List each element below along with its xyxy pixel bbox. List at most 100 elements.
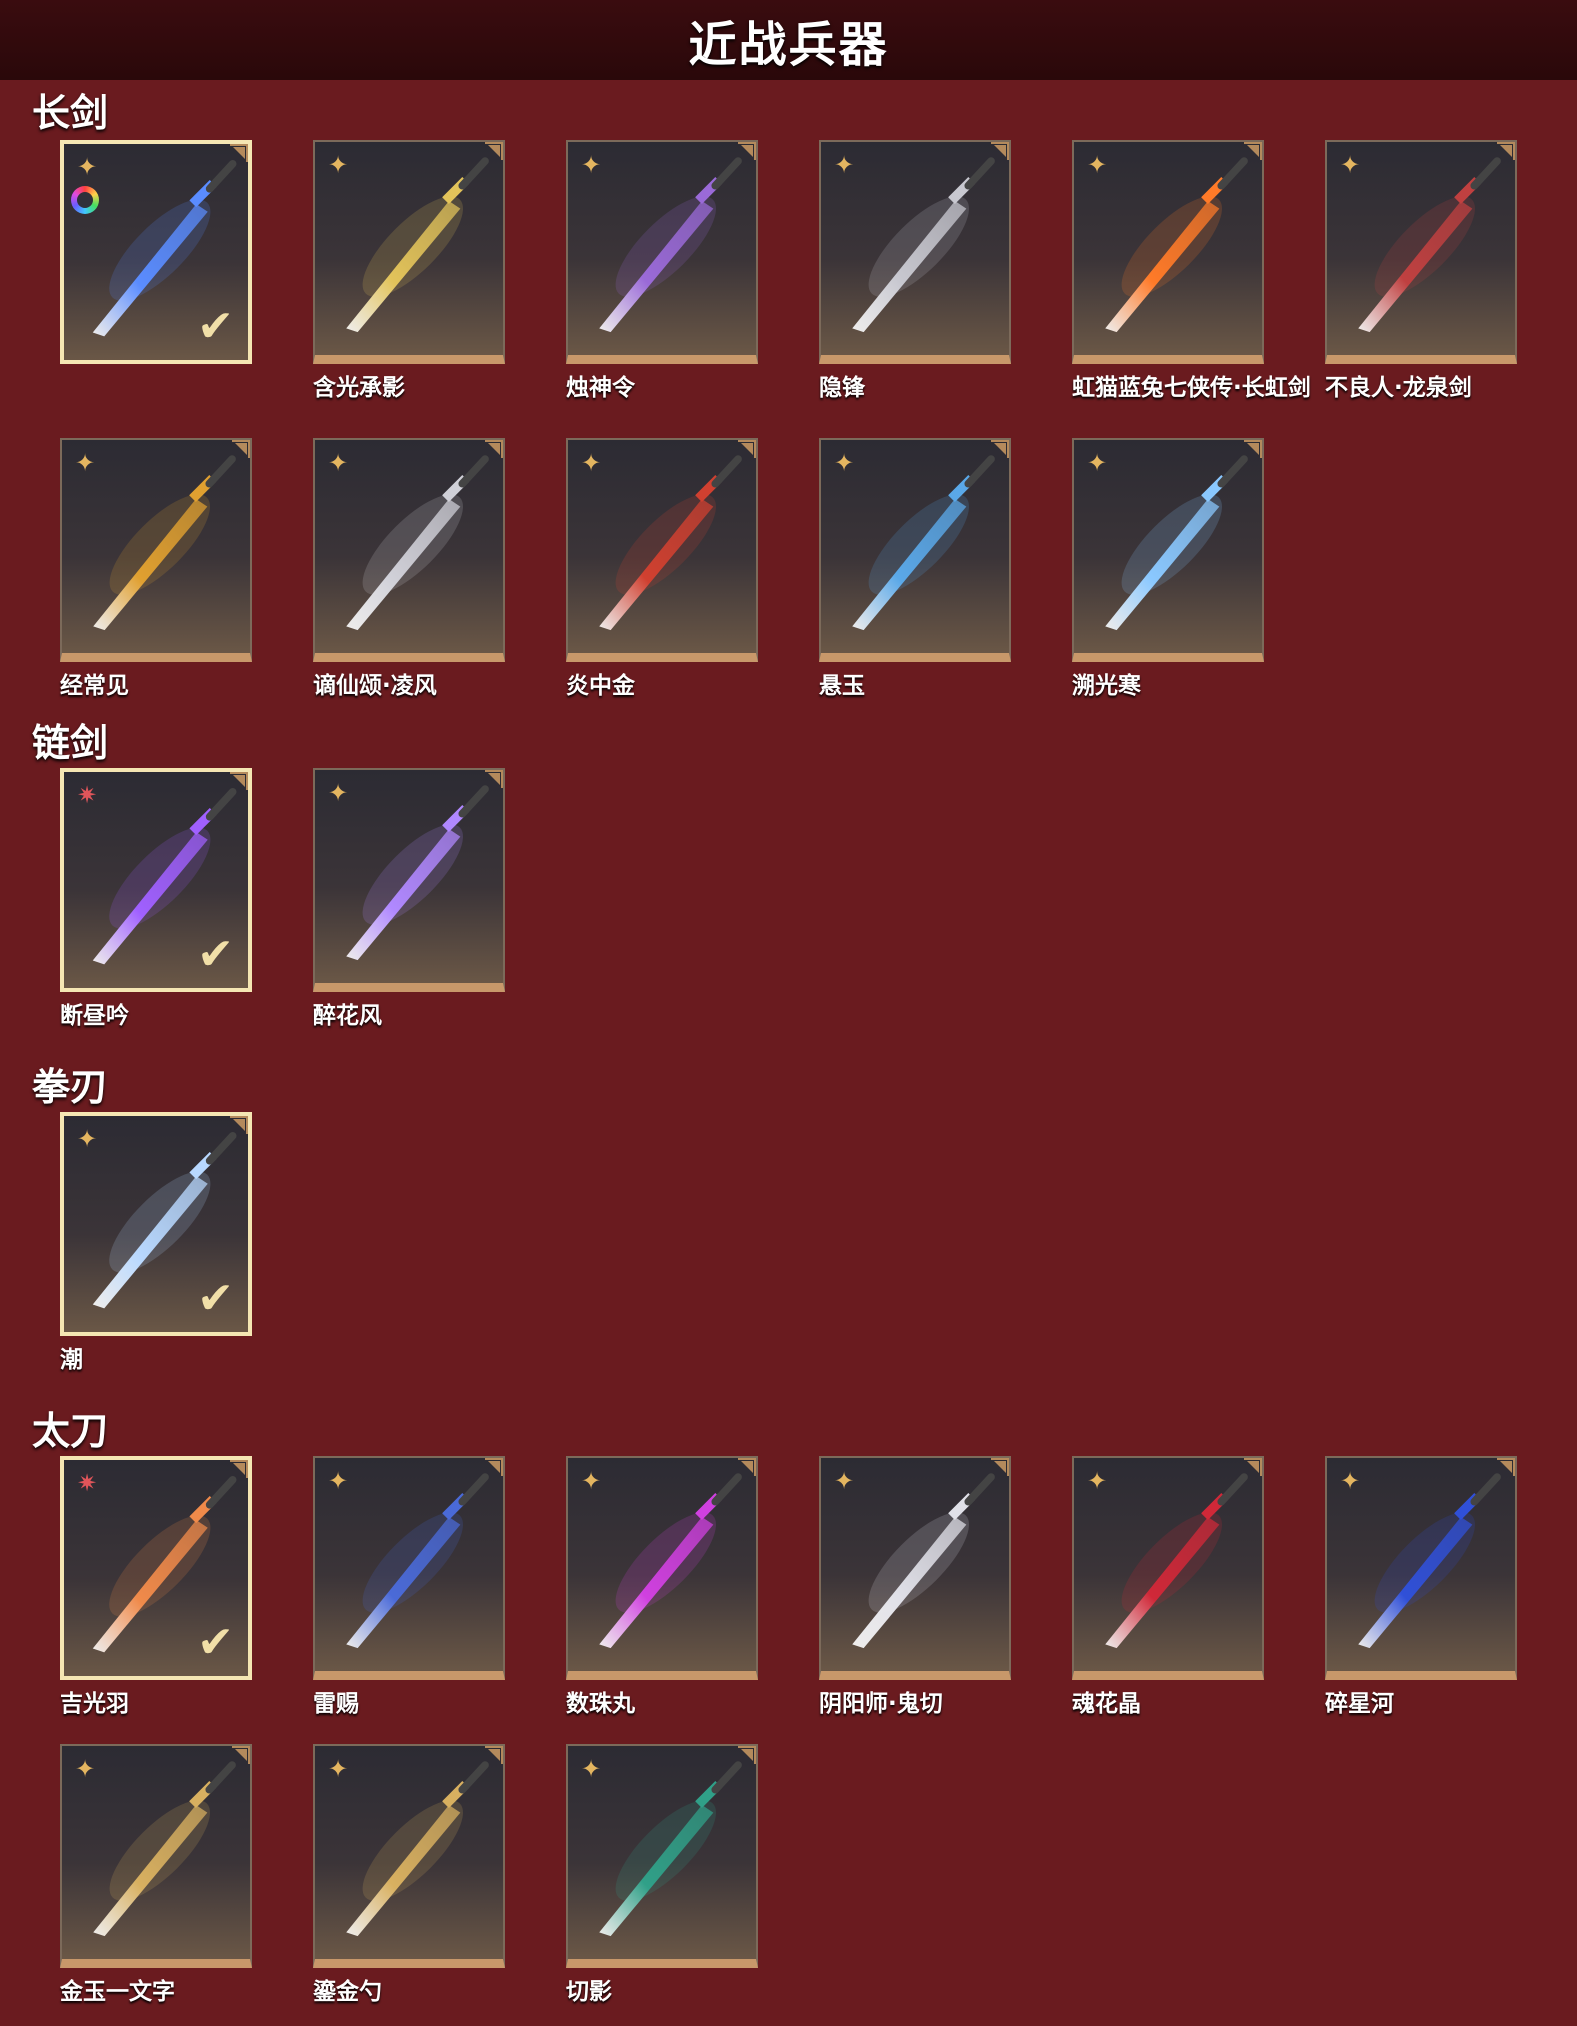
weapon-item[interactable]: ✦ 溯光寒 — [1072, 438, 1264, 700]
weapon-card[interactable]: ✦ — [313, 1744, 505, 1968]
weapon-item[interactable]: ✦ 雷赐 — [313, 1456, 505, 1718]
corner-tag-icon — [1244, 142, 1262, 160]
weapon-card[interactable]: ✦ — [60, 1744, 252, 1968]
checkmark-icon: ✔ — [197, 1617, 234, 1668]
weapon-name: 溯光寒 — [1072, 673, 1141, 699]
weapon-name: 隐锋 — [819, 375, 865, 401]
weapon-item[interactable]: ✷ ✔ 断昼吟 — [60, 768, 252, 1030]
weapon-card[interactable]: ✦ — [819, 1456, 1011, 1680]
corner-tag-icon — [991, 440, 1009, 458]
weapon-name: 不良人·龙泉剑 — [1325, 375, 1472, 401]
weapon-name: 吉光羽 — [60, 1691, 129, 1717]
weapon-card[interactable]: ✷ ✔ — [60, 1456, 252, 1680]
weapon-card[interactable]: ✦ — [313, 438, 505, 662]
gold-rarity-star-icon: ✦ — [74, 1755, 96, 1783]
corner-tag-icon — [991, 1458, 1009, 1476]
weapon-card[interactable]: ✷ ✔ — [60, 768, 252, 992]
section-title-quanren: 拳刃 — [32, 1065, 109, 1109]
gold-rarity-star-icon: ✦ — [327, 1755, 349, 1783]
corner-tag-icon — [485, 440, 503, 458]
weapon-card[interactable]: ✦ — [313, 1456, 505, 1680]
page-title: 近战兵器 — [0, 0, 1577, 80]
gold-rarity-star-icon: ✦ — [76, 153, 98, 181]
gold-rarity-star-icon: ✦ — [1086, 1467, 1108, 1495]
weapon-item[interactable]: ✦ 不良人·龙泉剑 — [1325, 140, 1517, 402]
gold-rarity-star-icon: ✦ — [327, 779, 349, 807]
weapon-card[interactable]: ✦ — [819, 140, 1011, 364]
weapon-item[interactable]: ✦ 切影 — [566, 1744, 758, 2006]
section-title-taidao: 太刀 — [32, 1409, 109, 1453]
weapon-item[interactable]: ✦ 数珠丸 — [566, 1456, 758, 1718]
weapon-name: 经常见 — [60, 673, 129, 699]
weapon-item[interactable]: ✦ 悬玉 — [819, 438, 1011, 700]
gold-rarity-star-icon: ✦ — [76, 1125, 98, 1153]
weapon-card[interactable]: ✦ ✔ — [60, 140, 252, 364]
corner-tag-icon — [230, 1460, 248, 1478]
weapon-item[interactable]: ✦ 虹猫蓝兔七侠传·长虹剑 — [1072, 140, 1311, 402]
weapon-card[interactable]: ✦ — [566, 1456, 758, 1680]
weapon-name: 潮 — [60, 1347, 83, 1373]
corner-tag-icon — [991, 142, 1009, 160]
corner-tag-icon — [232, 1746, 250, 1764]
gold-rarity-star-icon: ✦ — [580, 449, 602, 477]
corner-tag-icon — [1497, 142, 1515, 160]
corner-tag-icon — [232, 440, 250, 458]
weapon-item[interactable]: ✷ ✔ 吉光羽 — [60, 1456, 252, 1718]
corner-tag-icon — [738, 440, 756, 458]
weapon-name: 阴阳师·鬼切 — [819, 1691, 943, 1717]
weapon-name: 烛神令 — [566, 375, 635, 401]
corner-tag-icon — [485, 1458, 503, 1476]
weapon-card[interactable]: ✦ — [1072, 140, 1264, 364]
weapon-item[interactable]: ✦ 碎星河 — [1325, 1456, 1517, 1718]
weapon-item[interactable]: ✦ 经常见 — [60, 438, 252, 700]
weapon-card[interactable]: ✦ — [313, 768, 505, 992]
corner-tag-icon — [738, 142, 756, 160]
weapon-item[interactable]: ✦ 谪仙颂·凌风 — [313, 438, 505, 700]
gold-rarity-star-icon: ✦ — [1339, 151, 1361, 179]
weapon-item[interactable]: ✦ 醉花风 — [313, 768, 505, 1030]
weapon-item[interactable]: ✦ 隐锋 — [819, 140, 1011, 402]
gold-rarity-star-icon: ✦ — [833, 151, 855, 179]
gold-rarity-star-icon: ✦ — [74, 449, 96, 477]
gold-rarity-star-icon: ✦ — [833, 1467, 855, 1495]
corner-tag-icon — [738, 1458, 756, 1476]
weapon-card[interactable]: ✦ — [566, 1744, 758, 1968]
weapon-card[interactable]: ✦ — [313, 140, 505, 364]
gold-rarity-star-icon: ✦ — [833, 449, 855, 477]
weapon-card[interactable]: ✦ ✔ — [60, 1112, 252, 1336]
weapon-card[interactable]: ✦ — [1072, 438, 1264, 662]
red-rarity-star-icon: ✷ — [76, 1469, 98, 1497]
checkmark-icon: ✔ — [197, 301, 234, 352]
color-wheel-icon — [71, 186, 99, 214]
weapon-card[interactable]: ✦ — [60, 438, 252, 662]
weapon-item[interactable]: ✦ 阴阳师·鬼切 — [819, 1456, 1011, 1718]
weapon-item[interactable]: ✦ ✔ — [60, 140, 252, 368]
weapon-item[interactable]: ✦ 魂花晶 — [1072, 1456, 1264, 1718]
weapon-name: 切影 — [566, 1979, 612, 2005]
weapon-item[interactable]: ✦ 含光承影 — [313, 140, 505, 402]
gold-rarity-star-icon: ✦ — [327, 151, 349, 179]
weapon-item[interactable]: ✦ 金玉一文字 — [60, 1744, 252, 2006]
weapon-name: 炎中金 — [566, 673, 635, 699]
weapon-card[interactable]: ✦ — [1072, 1456, 1264, 1680]
weapon-item[interactable]: ✦ 烛神令 — [566, 140, 758, 402]
corner-tag-icon — [485, 1746, 503, 1764]
weapon-item[interactable]: ✦ ✔ 潮 — [60, 1112, 252, 1374]
weapon-item[interactable]: ✦ 炎中金 — [566, 438, 758, 700]
weapon-card[interactable]: ✦ — [1325, 1456, 1517, 1680]
gold-rarity-star-icon: ✦ — [580, 151, 602, 179]
weapon-name: 数珠丸 — [566, 1691, 635, 1717]
corner-tag-icon — [485, 770, 503, 788]
weapon-name: 金玉一文字 — [60, 1979, 175, 2005]
red-rarity-star-icon: ✷ — [76, 781, 98, 809]
gold-rarity-star-icon: ✦ — [580, 1467, 602, 1495]
weapon-card[interactable]: ✦ — [566, 438, 758, 662]
weapon-item[interactable]: ✦ 鎏金勺 — [313, 1744, 505, 2006]
weapon-card[interactable]: ✦ — [1325, 140, 1517, 364]
weapon-name: 魂花晶 — [1072, 1691, 1141, 1717]
weapon-card[interactable]: ✦ — [566, 140, 758, 364]
corner-tag-icon — [1497, 1458, 1515, 1476]
weapon-card[interactable]: ✦ — [819, 438, 1011, 662]
weapon-name: 醉花风 — [313, 1003, 382, 1029]
gold-rarity-star-icon: ✦ — [327, 449, 349, 477]
